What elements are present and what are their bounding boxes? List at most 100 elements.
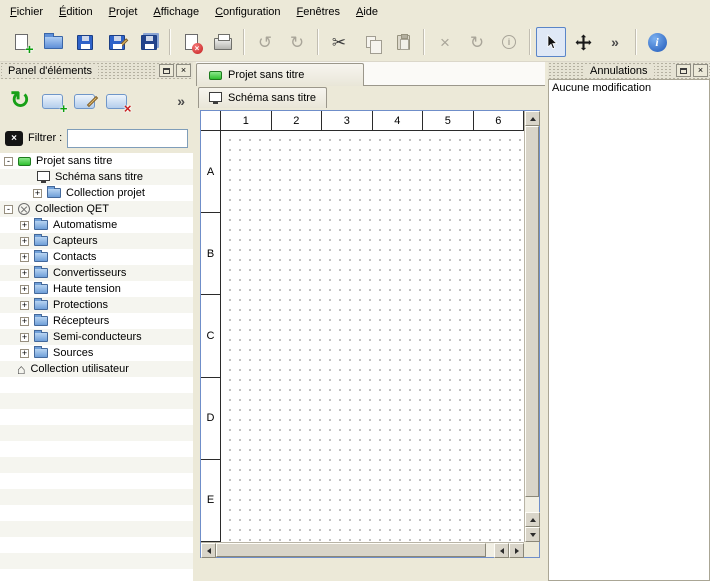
collapse-icon[interactable]: - xyxy=(4,157,13,166)
tree-item-projet-sans-titre[interactable]: - Projet sans titre xyxy=(0,153,193,169)
copy-button[interactable] xyxy=(356,27,386,57)
float-dock-button[interactable] xyxy=(676,64,691,77)
undo-history-list[interactable]: Aucune modification xyxy=(548,79,710,581)
select-mode-button[interactable] xyxy=(536,27,566,57)
menu-fenetres[interactable]: Fenêtres xyxy=(289,2,348,22)
scroll-left-button[interactable] xyxy=(494,543,509,558)
toolbar-separator xyxy=(169,29,171,55)
schema-canvas[interactable] xyxy=(221,131,524,542)
toolbar-overflow-button[interactable]: » xyxy=(600,27,630,57)
redo-icon: ↻ xyxy=(290,34,304,51)
close-file-button[interactable]: × xyxy=(176,27,206,57)
edit-element-button[interactable] xyxy=(68,85,100,117)
reload-collections-button[interactable]: ↻ xyxy=(4,85,36,117)
copy-icon xyxy=(366,36,376,48)
vertical-scrollbar[interactable] xyxy=(524,111,539,542)
open-project-button[interactable] xyxy=(38,27,68,57)
tree-item-label: Collection QET xyxy=(35,203,109,215)
rotate-button[interactable]: ↻ xyxy=(462,27,492,57)
scroll-right-button[interactable] xyxy=(509,543,524,558)
panel-overflow-button[interactable]: » xyxy=(177,94,185,108)
expand-icon[interactable]: + xyxy=(20,317,29,326)
close-dock-button[interactable]: × xyxy=(176,64,191,77)
undo-button[interactable]: ↺ xyxy=(250,27,280,57)
tree-item-convertisseurs[interactable]: + Convertisseurs xyxy=(0,265,193,281)
expand-icon[interactable]: + xyxy=(33,189,42,198)
expand-icon[interactable]: + xyxy=(20,333,29,342)
qelectrotech-window: Fichier Édition Projet Affichage Configu… xyxy=(0,0,710,581)
scroll-left-button[interactable] xyxy=(201,543,216,558)
print-button[interactable] xyxy=(208,27,238,57)
vertical-scroll-track[interactable] xyxy=(525,126,539,512)
tree-item-capteurs[interactable]: + Capteurs xyxy=(0,233,193,249)
about-qet-button[interactable]: i xyxy=(642,27,672,57)
element-box-icon: + xyxy=(42,94,63,109)
save-all-button[interactable] xyxy=(134,27,164,57)
float-dock-button[interactable] xyxy=(159,64,174,77)
expand-icon[interactable]: + xyxy=(20,221,29,230)
tree-item-collection-projet[interactable]: + Collection projet xyxy=(0,185,193,201)
tree-item-protections[interactable]: + Protections xyxy=(0,297,193,313)
horizontal-scroll-thumb[interactable] xyxy=(216,543,486,557)
filter-input[interactable] xyxy=(67,129,188,148)
tree-item-collection-qet[interactable]: - Collection QET xyxy=(0,201,193,217)
folder-icon xyxy=(34,284,48,294)
tree-item-schema-sans-titre[interactable]: Schéma sans titre xyxy=(0,169,193,185)
tree-item-contacts[interactable]: + Contacts xyxy=(0,249,193,265)
collapse-icon[interactable]: - xyxy=(4,205,13,214)
tree-item-sources[interactable]: + Sources xyxy=(0,345,193,361)
undo-empty-item[interactable]: Aucune modification xyxy=(552,82,651,94)
properties-button[interactable]: i xyxy=(494,27,524,57)
elements-panel-titlebar[interactable]: Panel d'éléments × xyxy=(0,62,193,79)
tree-item-haute-tension[interactable]: + Haute tension xyxy=(0,281,193,297)
expand-icon[interactable]: + xyxy=(20,301,29,310)
tree-item-recepteurs[interactable]: + Récepteurs xyxy=(0,313,193,329)
info-circle-icon: i xyxy=(502,35,516,49)
clear-filter-button[interactable]: × xyxy=(5,131,23,146)
horizontal-scrollbar[interactable] xyxy=(201,542,524,557)
tree-item-label: Collection utilisateur xyxy=(30,363,128,375)
tree-item-semi-conducteurs[interactable]: + Semi-conducteurs xyxy=(0,329,193,345)
scroll-up-button[interactable] xyxy=(525,111,540,126)
tab-projet-sans-titre[interactable]: Projet sans titre xyxy=(196,63,364,86)
delete-element-button[interactable]: × xyxy=(100,85,132,117)
cut-button[interactable]: ✂ xyxy=(324,27,354,57)
scroll-down-button[interactable] xyxy=(525,527,540,542)
scissors-icon: ✂ xyxy=(332,34,346,51)
vertical-scroll-thumb[interactable] xyxy=(525,126,539,497)
delete-button[interactable]: × xyxy=(430,27,460,57)
redo-button[interactable]: ↻ xyxy=(282,27,312,57)
project-tab-label: Projet sans titre xyxy=(228,69,304,81)
scroll-up-button[interactable] xyxy=(525,512,540,527)
menu-aide[interactable]: Aide xyxy=(348,2,386,22)
save-button[interactable] xyxy=(70,27,100,57)
row-header: C xyxy=(201,295,220,377)
elements-tree[interactable]: - Projet sans titre Schéma sans titre + … xyxy=(0,153,193,581)
menu-fichier[interactable]: Fichier xyxy=(2,2,51,22)
expand-icon[interactable]: + xyxy=(20,253,29,262)
menu-affichage[interactable]: Affichage xyxy=(145,2,207,22)
paste-button[interactable] xyxy=(388,27,418,57)
tree-item-collection-utilisateur[interactable]: ⌂ Collection utilisateur xyxy=(0,361,193,377)
toolbar-separator xyxy=(529,29,531,55)
printer-icon xyxy=(214,38,232,50)
close-dock-button[interactable]: × xyxy=(693,64,708,77)
tab-schema-sans-titre[interactable]: Schéma sans titre xyxy=(198,87,327,108)
schema-icon xyxy=(209,92,222,102)
horizontal-scroll-track[interactable] xyxy=(216,543,494,557)
new-document-button[interactable]: + xyxy=(6,27,36,57)
red-x-badge-icon: × xyxy=(192,43,203,54)
save-as-button[interactable] xyxy=(102,27,132,57)
undo-dock-titlebar[interactable]: Annulations × xyxy=(548,62,710,79)
new-element-button[interactable]: + xyxy=(36,85,68,117)
menu-projet[interactable]: Projet xyxy=(101,2,146,22)
elements-panel-dock: Panel d'éléments × ↻ + × » × Filtrer : xyxy=(0,62,193,581)
expand-icon[interactable]: + xyxy=(20,285,29,294)
expand-icon[interactable]: + xyxy=(20,237,29,246)
expand-icon[interactable]: + xyxy=(20,269,29,278)
tree-item-automatisme[interactable]: + Automatisme xyxy=(0,217,193,233)
menu-configuration[interactable]: Configuration xyxy=(207,2,288,22)
expand-icon[interactable]: + xyxy=(20,349,29,358)
menu-edition[interactable]: Édition xyxy=(51,2,101,22)
pan-mode-button[interactable] xyxy=(568,27,598,57)
